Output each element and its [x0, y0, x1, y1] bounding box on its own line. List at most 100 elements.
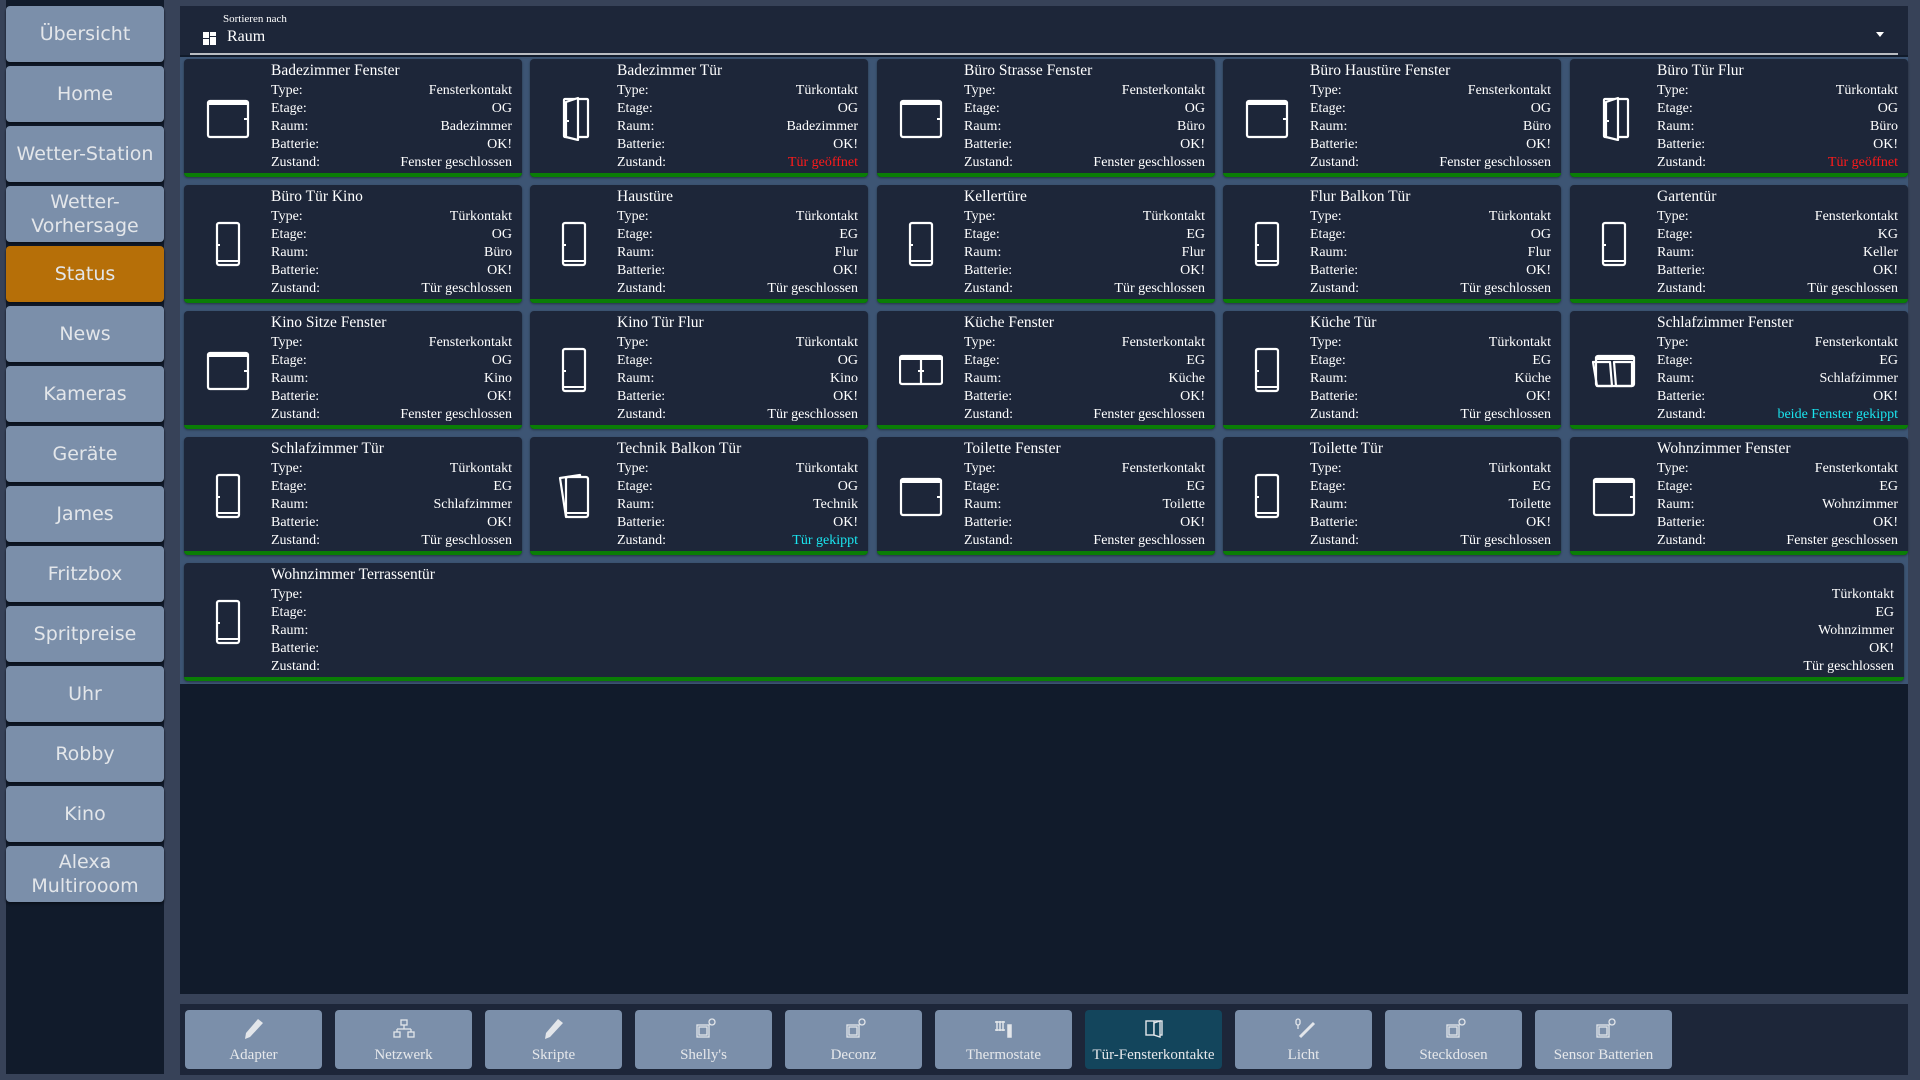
sidebar-item-fritzbox[interactable]: Fritzbox [6, 546, 164, 602]
sensor-title: Küche Fenster [964, 314, 1054, 331]
raum-value: Schlafzimmer [433, 497, 512, 512]
sidebar-item-geräte[interactable]: Geräte [6, 426, 164, 482]
socket-icon [840, 1017, 868, 1041]
raum-value: Badezimmer [440, 119, 512, 134]
type-label: Type: [271, 83, 303, 98]
sensor-card[interactable]: Kellertüre Type: Türkontakt Etage: EG Raum: Fl… [877, 185, 1215, 303]
toolbar-button-tür-fensterkontakte[interactable]: Tür-Fensterkontakte [1085, 1010, 1222, 1069]
toolbar-button-label: Thermostate [966, 1047, 1041, 1063]
sidebar-item-spritpreise[interactable]: Spritpreise [6, 606, 164, 662]
sensor-card[interactable]: Büro Haustüre Fenster Type: Fensterkontakt… [1223, 59, 1561, 177]
toolbar-button-deconz[interactable]: Deconz [785, 1010, 922, 1069]
sidebar-item-uhr[interactable]: Uhr [6, 666, 164, 722]
window-icon [206, 95, 250, 141]
toolbar-button-licht[interactable]: Licht [1235, 1010, 1372, 1069]
sensor-title: Küche Tür [1310, 314, 1377, 331]
sensor-card[interactable]: Technik Balkon Tür Type: Türkontakt Etage: O… [530, 437, 868, 555]
toolbar-button-adapter[interactable]: Adapter [185, 1010, 322, 1069]
sensor-card[interactable]: Wohnzimmer Fenster Type: Fensterkontakt Eta… [1570, 437, 1908, 555]
sensor-card[interactable]: Toilette Tür Type: Türkontakt Etage: EG Raum:… [1223, 437, 1561, 555]
sidebar-item-alexa-multirooom[interactable]: Alexa Multirooom [6, 846, 164, 902]
sidebar-item-robby[interactable]: Robby [6, 726, 164, 782]
sort-dropdown[interactable]: Sortieren nach Raum [180, 6, 1908, 55]
toolbar-button-sensor-batterien[interactable]: Sensor Batterien [1535, 1010, 1672, 1069]
door-closed-icon [899, 221, 943, 267]
raum-label: Raum: [1310, 245, 1348, 260]
toolbar-button-shelly-s[interactable]: Shelly's [635, 1010, 772, 1069]
sensor-card[interactable]: Badezimmer Tür Type: Türkontakt Etage: OG Rau… [530, 59, 868, 177]
status-bar [1570, 551, 1908, 555]
sidebar-item-kameras[interactable]: Kameras [6, 366, 164, 422]
sensor-card[interactable]: Kino Tür Flur Type: Türkontakt Etage: OG Raum… [530, 311, 868, 429]
detail-row-batterie: Batterie: OK! [1310, 514, 1551, 532]
sidebar-item-status[interactable]: Status [6, 246, 164, 302]
sensor-title: Büro Tür Flur [1657, 62, 1744, 79]
sensor-card[interactable]: Gartentür Type: Fensterkontakt Etage: KG Raum… [1570, 185, 1908, 303]
sensor-card[interactable]: Küche Tür Type: Türkontakt Etage: EG Raum: Küc… [1223, 311, 1561, 429]
toolbar-button-skripte[interactable]: Skripte [485, 1010, 622, 1069]
detail-row-zustand: Zustand: Tür geschlossen [1310, 280, 1551, 298]
sensor-card[interactable]: Büro Tür Kino Type: Türkontakt Etage: OG Raum… [184, 185, 522, 303]
detail-row-batterie: Batterie: OK! [1310, 136, 1551, 154]
detail-row-etage: Etage: EG [1310, 352, 1551, 370]
etage-label: Etage: [271, 479, 307, 494]
zustand-label: Zustand: [964, 533, 1013, 548]
batterie-value: OK! [1526, 515, 1551, 530]
sensor-card[interactable]: Toilette Fenster Type: Fensterkontakt Etage… [877, 437, 1215, 555]
type-value: Türkontakt [1142, 209, 1205, 224]
sidebar-item-wetter-vorhersage[interactable]: Wetter- Vorhersage [6, 186, 164, 242]
main-panel: Sortieren nach Raum Badezimmer Fenster Ty… [180, 6, 1908, 994]
sidebar-item-übersicht[interactable]: Übersicht [6, 6, 164, 62]
zustand-label: Zustand: [271, 659, 320, 674]
sensor-card[interactable]: Kino Sitze Fenster Type: Fensterkontakt Eta… [184, 311, 522, 429]
detail-row-type: Type: Türkontakt [1310, 334, 1551, 352]
sidebar-item-home[interactable]: Home [6, 66, 164, 122]
sidebar-item-wetter-station[interactable]: Wetter-Station [6, 126, 164, 182]
sidebar-item-label: Kameras [43, 383, 127, 405]
batterie-value: OK! [1873, 263, 1898, 278]
raum-label: Raum: [964, 119, 1002, 134]
sensor-card[interactable]: Wohnzimmer Terrassentür Type: Türkontakt Et… [184, 563, 1904, 681]
sensor-details: Type: Türkontakt Etage: OG Raum: Flur Batterie… [1310, 208, 1551, 298]
status-bar [877, 551, 1215, 555]
detail-row-raum: Raum: Büro [1657, 118, 1898, 136]
chevron-down-icon[interactable] [1876, 32, 1884, 37]
zustand-label: Zustand: [1657, 533, 1706, 548]
detail-row-raum: Raum: Küche [964, 370, 1205, 388]
sidebar-item-label: Robby [55, 743, 115, 765]
type-label: Type: [964, 83, 996, 98]
sidebar-item-news[interactable]: News [6, 306, 164, 362]
sensor-card[interactable]: Badezimmer Fenster Type: Fensterkontakt Eta… [184, 59, 522, 177]
sensor-card[interactable]: Haustüre Type: Türkontakt Etage: EG Raum: Flur… [530, 185, 868, 303]
toolbar-button-label: Netzwerk [374, 1047, 433, 1063]
sensor-details: Type: Fensterkontakt Etage: OG Raum: Badezimm… [271, 82, 512, 172]
sensor-card[interactable]: Küche Fenster Type: Fensterkontakt Etage: EG… [877, 311, 1215, 429]
batterie-label: Batterie: [1657, 389, 1706, 404]
sensor-title: Haustüre [617, 188, 673, 205]
detail-row-zustand: Zustand: Fenster geschlossen [1310, 154, 1551, 172]
double-window-icon [898, 347, 944, 393]
detail-row-type: Type: Türkontakt [617, 208, 858, 226]
raum-value: Büro [1523, 119, 1551, 134]
type-value: Fensterkontakt [428, 335, 512, 350]
zustand-value: Tür geöffnet [1827, 155, 1898, 170]
raum-label: Raum: [1657, 497, 1695, 512]
sensor-card[interactable]: Schlafzimmer Fenster Type: Fensterkontakt E… [1570, 311, 1908, 429]
type-value: Fensterkontakt [1467, 83, 1551, 98]
toolbar-button-netzwerk[interactable]: Netzwerk [335, 1010, 472, 1069]
toolbar-button-thermostate[interactable]: Thermostate [935, 1010, 1072, 1069]
toolbar-button-steckdosen[interactable]: Steckdosen [1385, 1010, 1522, 1069]
detail-row-etage: Etage: OG [617, 478, 858, 496]
etage-value: EG [1186, 479, 1205, 494]
detail-row-type: Type: Fensterkontakt [1310, 82, 1551, 100]
sensor-card[interactable]: Büro Tür Flur Type: Türkontakt Etage: OG Raum… [1570, 59, 1908, 177]
batterie-label: Batterie: [1310, 389, 1359, 404]
sidebar-item-james[interactable]: James [6, 486, 164, 542]
door-closed-icon [1592, 221, 1636, 267]
sensor-card[interactable]: Flur Balkon Tür Type: Türkontakt Etage: OG Ra… [1223, 185, 1561, 303]
sensor-card[interactable]: Schlafzimmer Tür Type: Türkontakt Etage: EG R… [184, 437, 522, 555]
detail-row-batterie: Batterie: OK! [617, 388, 858, 406]
sidebar-item-kino[interactable]: Kino [6, 786, 164, 842]
sensor-card[interactable]: Büro Strasse Fenster Type: Fensterkontakt E… [877, 59, 1215, 177]
detail-row-etage: Etage: OG [1657, 100, 1898, 118]
